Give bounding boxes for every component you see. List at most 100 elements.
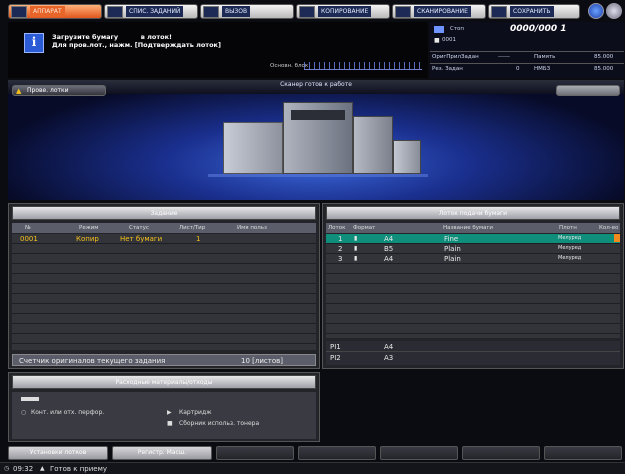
copies-count: 0001 — [442, 37, 456, 43]
table-row[interactable]: PI2 A3 — [326, 353, 620, 363]
copy-icon — [299, 5, 315, 18]
tray-num: 1 — [338, 235, 343, 243]
tab-label: ВЫЗОВ — [222, 6, 251, 17]
hdd-label: НМБЗ — [534, 66, 551, 72]
stack-icon — [434, 26, 444, 33]
table-row[interactable]: 1 ▮ A4 Fine Мелуред — [326, 234, 620, 243]
tab-job-list[interactable]: СПИС. ЗАДАНИЙ — [104, 4, 198, 19]
orig-label: ОригПрилЗадан — [432, 54, 479, 60]
warning-icon: ▲ — [16, 87, 22, 95]
col-paper-name: Название бумаги — [443, 225, 493, 231]
memory-label: Память — [534, 54, 556, 60]
job-list[interactable] — [12, 234, 316, 350]
tab-recall[interactable]: ВЫЗОВ — [200, 4, 294, 19]
message-line-2: Для пров.лот., нажм. [Подтверждать лоток… — [52, 41, 221, 49]
job-status: Нет бумаги — [120, 235, 163, 243]
message-line-1: Загрузите бумагу в лоток! — [52, 33, 173, 41]
status-state: Готов к приему — [50, 465, 108, 473]
paper-feed-unit — [353, 116, 393, 174]
col-size: Формат — [353, 225, 376, 231]
consumables-panel: Расходные материалы/отходы ○ Конт. или о… — [8, 372, 320, 442]
table-row[interactable]: PI1 A4 — [326, 342, 620, 352]
res-label: Рез. Задан — [432, 66, 463, 72]
banner-right-button[interactable] — [556, 85, 620, 96]
table-row[interactable]: 2 ▮ B5 Plain Мелуред — [326, 244, 620, 253]
tab-machine[interactable]: АППАРАТ — [8, 4, 102, 19]
tray-size-icon: ▮ — [354, 255, 358, 262]
col-tray: Лоток — [328, 225, 346, 231]
status-panel: Стоп 0000/000 1 ■ 0001 ОригПрилЗадан ---… — [430, 22, 624, 78]
tab-label: СОХРАНИТЬ — [510, 6, 554, 17]
disabled-button[interactable] — [544, 446, 622, 460]
tray-paper-name: Plain — [444, 255, 461, 263]
tab-save[interactable]: СОХРАНИТЬ — [488, 4, 580, 19]
recall-icon — [203, 5, 219, 18]
save-icon — [491, 5, 507, 18]
check-trays-button[interactable]: ▲ Прове. лотки — [12, 85, 106, 96]
tab-copy[interactable]: КОПИРОВАНИЕ — [296, 4, 390, 19]
table-row[interactable]: 3 ▮ A4 Plain Мелуред — [326, 254, 620, 263]
register-scale-button[interactable]: Регистр. Масш. — [112, 446, 212, 460]
orig-value: ------ — [498, 54, 510, 60]
tray-weight: Мелуред — [558, 235, 582, 241]
job-sheets: 1 — [196, 235, 201, 243]
help-button[interactable] — [588, 3, 604, 19]
disabled-button[interactable] — [380, 446, 458, 460]
punch-waste-label: Конт. или отх. перфор. — [31, 409, 105, 416]
job-panel: Задание № Режим Статус Лист/Тир Имя поль… — [8, 203, 320, 369]
divider — [430, 51, 624, 52]
utility-button[interactable] — [606, 3, 622, 19]
status-bar: ◷ 09:32 ▲ Готов к приему — [0, 462, 625, 474]
status-time: 09:32 — [13, 465, 34, 473]
waste-toner-label: Сборник использ. тонера — [179, 420, 260, 427]
tab-label: КОПИРОВАНИЕ — [318, 6, 372, 17]
punch-icon: ○ — [21, 409, 27, 416]
pi-tray-num: PI2 — [330, 354, 341, 362]
job-num: 0001 — [20, 235, 38, 243]
table-row[interactable]: 0001 Копир Нет бумаги 1 — [12, 234, 316, 243]
disabled-button[interactable] — [298, 446, 376, 460]
main-block-label: Основн. блок — [270, 63, 309, 69]
col-num: № — [25, 225, 31, 231]
tray-num: 2 — [338, 245, 343, 253]
tab-scan[interactable]: СКАНИРОВАНИЕ — [392, 4, 486, 19]
original-counter-value: 10 [листов] — [241, 357, 283, 365]
toner-level-icon — [21, 397, 39, 401]
memory-value: 85.000 — [594, 54, 614, 60]
toner-box-icon: ■ — [167, 420, 173, 427]
original-counter-label: Счетчик оригиналов текущего задания — [19, 357, 166, 365]
job-panel-title: Задание — [12, 206, 316, 220]
tray-size-icon: ▮ — [354, 245, 358, 252]
tray-size: A4 — [384, 235, 394, 243]
tray-weight: Мелуред — [558, 255, 582, 261]
original-counter-bar: Счетчик оригиналов текущего задания 10 [… — [12, 354, 316, 366]
floor-reflection — [208, 174, 428, 177]
scan-icon — [395, 5, 411, 18]
disabled-button[interactable] — [462, 446, 540, 460]
cartridge-label: Картридж — [179, 409, 212, 416]
divider — [430, 63, 624, 64]
paper-level-icon — [614, 234, 620, 242]
tray-size: B5 — [384, 245, 394, 253]
disabled-button[interactable] — [216, 446, 294, 460]
res-value: 0 — [516, 66, 520, 72]
output-tray-unit — [393, 140, 421, 174]
job-mode: Копир — [76, 235, 99, 243]
tray-weight: Мелуред — [558, 245, 582, 251]
memory-meter — [304, 62, 422, 70]
clock-icon: ◷ — [4, 465, 10, 472]
tray-paper-name: Fine — [444, 235, 459, 243]
tray-panel-title: Лоток подачи бумаги — [326, 206, 620, 220]
pi-tray-size: A3 — [384, 354, 394, 362]
tab-label: СПИС. ЗАДАНИЙ — [126, 6, 184, 17]
tab-label: СКАНИРОВАНИЕ — [414, 6, 471, 17]
tray-settings-button[interactable]: Установки лотков — [8, 446, 108, 460]
finisher-unit — [223, 122, 283, 174]
check-trays-label: Прове. лотки — [27, 87, 69, 94]
col-mode: Режим — [79, 225, 99, 231]
list-icon — [107, 5, 123, 18]
hdd-value: 85.000 — [594, 66, 614, 72]
message-text: Загрузите бумагу в лоток! Для пров.лот., … — [52, 33, 221, 49]
printer-top-panel — [291, 110, 345, 120]
info-icon: i — [24, 33, 44, 53]
